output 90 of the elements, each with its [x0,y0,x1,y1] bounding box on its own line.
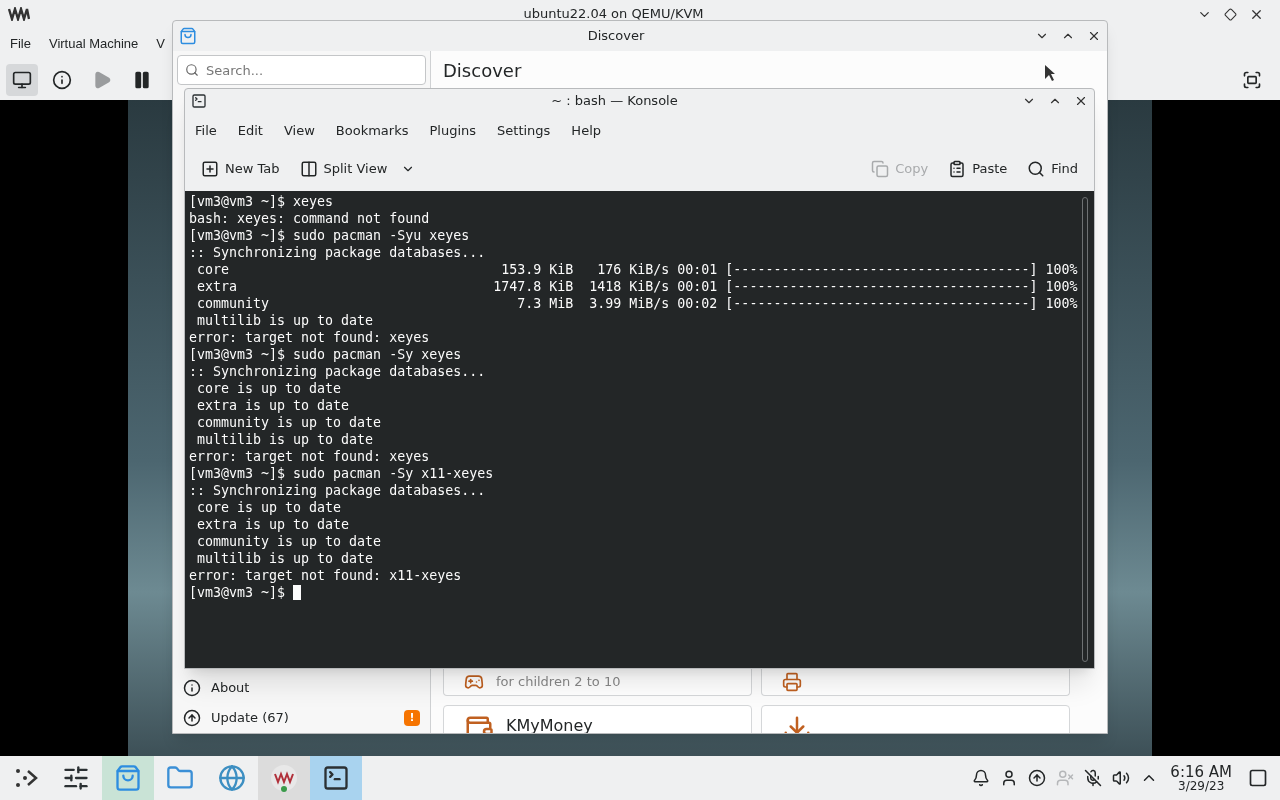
text-cursor [293,585,302,600]
split-view-icon [299,160,318,178]
terminal-line: :: Synchronizing package databases... [189,482,486,499]
sidebar-item[interactable]: Update (67) ! [173,703,430,733]
paste-button[interactable]: Paste [948,159,1008,179]
browser-icon [218,764,246,792]
warning-badge: ! [404,710,420,726]
find-button[interactable]: Find [1027,159,1078,179]
terminal-line: core 153.9 KiB 176 KiB/s 00:01 [-------------------------------------] 100% [196,261,1078,278]
files-icon [166,764,194,792]
terminal-line: [vm3@vm3 ~]$ sudo pacman -Sy x11-xeyes [189,465,494,482]
terminal-line: error: target not found: xeyes [189,448,430,465]
menu-item[interactable]: Help [571,121,601,141]
restore-icon[interactable] [1224,7,1237,21]
terminal-line: multilib is up to date [196,550,374,567]
split-view-button[interactable]: Split View [299,159,416,179]
menu-item[interactable]: Edit [237,121,263,141]
discover-icon [114,764,142,792]
new-tab-icon [201,160,219,178]
close-icon[interactable] [1087,29,1101,43]
task-button[interactable] [258,756,310,800]
search-field[interactable]: Search... [177,55,426,85]
terminal-line: core is up to date [196,499,342,516]
terminal-line: multilib is up to date [196,312,374,329]
menu-item[interactable]: File [195,121,217,141]
copy-icon [871,160,890,178]
menu-item[interactable]: Plugins [429,121,477,141]
notifications-icon[interactable] [972,769,991,787]
pause-icon [132,70,152,90]
scrollbar[interactable] [1082,197,1088,662]
task-button[interactable] [310,756,362,800]
clock-date[interactable]: 3/29/23 [1178,779,1225,792]
terminal-line: community is up to date [196,533,382,550]
game-icon [464,672,484,692]
terminal-line: :: Synchronizing package databases... [189,363,486,380]
window-title: ubuntu22.04 on QEMU/KVM [522,5,705,24]
terminal[interactable] [185,191,1094,668]
fullscreen-icon[interactable] [1242,70,1262,90]
terminal-line: bash: xeyes: command not found [189,210,430,227]
terminal-line: extra is up to date [196,397,350,414]
terminal-line: community 7.3 MiB 3.99 MiB/s 00:02 [-------------------------------------] 100% [196,295,1078,312]
page-heading: Discover [443,59,522,83]
search-icon [185,63,199,77]
paste-icon [948,160,967,178]
launcher-icon [14,767,40,789]
menu-item[interactable]: Virtual Machine [48,34,139,54]
console-button[interactable] [6,64,38,96]
updates-icon[interactable] [1028,769,1047,787]
terminal-line: [vm3@vm3 ~]$ [189,584,287,601]
printer-icon [782,672,802,692]
details-icon [52,70,72,90]
terminal-line: core is up to date [196,380,342,397]
clock-time[interactable]: 6:16 AM [1170,764,1232,780]
app-icon [191,93,207,109]
menu-item[interactable]: Settings [497,121,551,141]
terminal-line: extra 1747.8 KiB 1418 KiB/s 00:01 [-------------------------------------] 100% [196,278,1078,295]
run-icon [92,70,112,90]
mic-muted-icon[interactable] [1084,769,1103,787]
terminal-line: error: target not found: x11-xeyes [189,567,462,584]
menu-item[interactable]: Bookmarks [335,121,409,141]
terminal-line: [vm3@vm3 ~]$ sudo pacman -Sy xeyes [189,346,462,363]
terminal-icon [322,764,350,792]
find-icon [1027,160,1046,178]
show-desktop-icon[interactable] [1248,768,1268,788]
terminal-line: [vm3@vm3 ~]$ sudo pacman -Syu xeyes [189,227,470,244]
app-icon [179,27,197,45]
menu-item[interactable]: File [10,34,31,54]
volume-icon[interactable] [1112,769,1131,787]
new-tab-button[interactable]: New Tab [201,159,280,179]
terminal-line: error: target not found: xeyes [189,329,430,346]
vm-manager-icon [270,764,298,792]
sidebar-item[interactable]: About [173,673,430,703]
window-title: Discover [586,27,646,46]
mouse-pointer-icon [1044,64,1056,82]
settings-icon [62,764,90,792]
app-description: for children 2 to 10 [496,673,621,692]
terminal-line: multilib is up to date [196,431,374,448]
menu-item[interactable]: View [283,121,315,141]
terminal-line: extra is up to date [196,516,350,533]
terminal-line: [vm3@vm3 ~]$ xeyes [189,193,334,210]
terminal-line: :: Synchronizing package databases... [189,244,486,261]
app-card[interactable]: for children 2 to 10 [443,669,752,696]
console-icon [12,70,32,90]
terminal-line: community is up to date [196,414,382,431]
menu-item[interactable]: V [156,34,165,54]
app-logo-icon [8,7,30,21]
close-icon[interactable] [1074,94,1088,108]
about-icon [183,679,201,697]
window-title: ~ : bash — Konsole [550,92,679,111]
update-icon [183,709,201,727]
